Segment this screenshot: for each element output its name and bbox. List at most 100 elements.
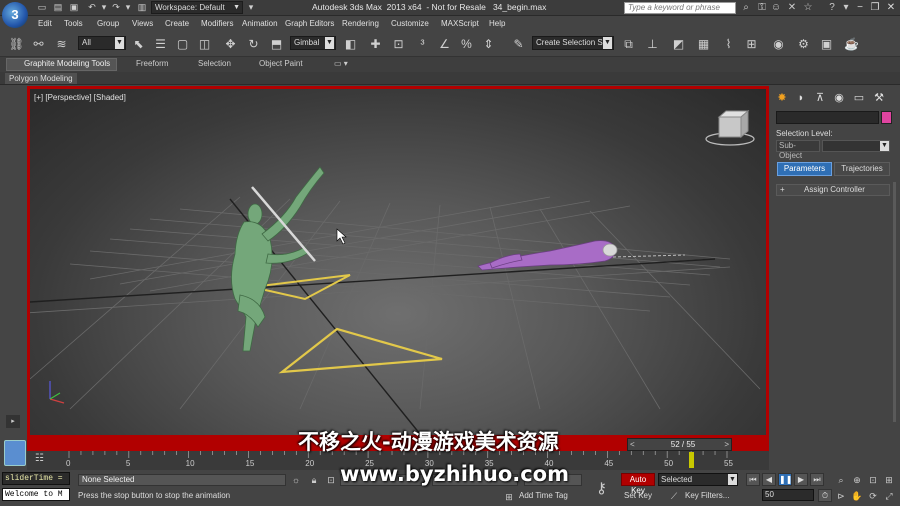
keyboard-shortcut-override-icon[interactable]: ⊡: [390, 36, 407, 53]
wrench-icon[interactable]: ✕: [786, 2, 798, 14]
mini-curve-editor-button[interactable]: [4, 440, 26, 466]
menu-group[interactable]: Group: [97, 19, 119, 28]
zoom-extents-all-icon[interactable]: ⊞: [883, 474, 895, 486]
sub-object-dropdown[interactable]: ▼: [822, 140, 890, 152]
redo-icon[interactable]: ↷: [110, 2, 122, 13]
new-file-icon[interactable]: ▭: [36, 2, 48, 13]
zoom-extents-icon[interactable]: ⊡: [867, 474, 879, 486]
time-tag-icon[interactable]: ⊞: [503, 491, 515, 503]
modify-tab-icon[interactable]: ◗: [793, 90, 809, 106]
named-selection-dropdown[interactable]: Create Selection Se ▼: [532, 36, 614, 50]
hierarchy-tab-icon[interactable]: ⊼: [812, 90, 828, 106]
window-crossing-icon[interactable]: ◫: [196, 36, 213, 53]
close-icon[interactable]: ✕: [883, 1, 899, 14]
next-frame-icon[interactable]: >: [724, 440, 729, 449]
expand-track-bar-icon[interactable]: ▸: [6, 415, 20, 428]
create-tab-icon[interactable]: ✸: [774, 90, 790, 106]
schematic-view-icon[interactable]: ⊞: [743, 36, 760, 53]
favorites-star-icon[interactable]: ☆: [802, 2, 814, 14]
menu-customize[interactable]: Customize: [391, 19, 429, 28]
redo-dropdown-icon[interactable]: ▾: [122, 2, 134, 13]
motion-tab-icon[interactable]: ◉: [831, 90, 847, 106]
application-menu-button[interactable]: 3: [2, 2, 28, 28]
prev-frame-icon[interactable]: <: [630, 440, 635, 449]
parameters-button[interactable]: Parameters: [777, 162, 832, 176]
utilities-tab-icon[interactable]: ⚒: [871, 90, 887, 106]
minimize-icon[interactable]: −: [852, 1, 868, 14]
object-name-field[interactable]: [776, 111, 879, 124]
restore-icon[interactable]: ❐: [867, 1, 883, 14]
add-time-tag-button[interactable]: Add Time Tag: [519, 491, 568, 500]
open-file-icon[interactable]: ▤: [52, 2, 64, 13]
next-frame-icon[interactable]: ▶: [794, 473, 808, 486]
select-and-link-icon[interactable]: ⛓: [8, 36, 25, 53]
menu-edit[interactable]: Edit: [38, 19, 52, 28]
mirror-icon[interactable]: ⧉: [620, 36, 637, 53]
selection-lock-icon[interactable]: 🔒︎: [308, 474, 320, 486]
tab-selection[interactable]: Selection: [198, 59, 231, 68]
graphite-ribbon-toggle-icon[interactable]: ▦: [695, 36, 712, 53]
angle-snap-icon[interactable]: ∠: [436, 36, 453, 53]
absolute-mode-icon[interactable]: ⊡: [325, 474, 337, 486]
assign-controller-rollout[interactable]: + Assign Controller: [776, 184, 890, 196]
polygon-modeling-panel[interactable]: Polygon Modeling: [5, 73, 77, 84]
go-to-start-icon[interactable]: ⏮: [746, 473, 760, 486]
stop-animation-icon[interactable]: ❚❚: [778, 473, 792, 486]
search-icon[interactable]: ⌕: [740, 2, 752, 14]
select-and-move-icon[interactable]: ✥: [222, 36, 239, 53]
help-icon[interactable]: ?: [826, 2, 838, 14]
maxscript-listener-output[interactable]: sliderTime =: [2, 472, 70, 485]
orbit-icon[interactable]: ⟳: [867, 490, 879, 502]
perspective-viewport[interactable]: [+] [Perspective] [Shaded]: [27, 86, 769, 438]
selection-filter-dropdown[interactable]: All ▼: [78, 36, 126, 50]
tab-freeform[interactable]: Freeform: [136, 59, 168, 68]
hold-icon[interactable]: ▥: [136, 2, 148, 13]
snaps-toggle-icon[interactable]: ³: [414, 36, 431, 53]
previous-frame-icon[interactable]: ◀: [762, 473, 776, 486]
ribbon-options-icon[interactable]: ▭ ▾: [334, 59, 348, 68]
menu-create[interactable]: Create: [165, 19, 189, 28]
bind-to-space-warp-icon[interactable]: ≋: [53, 36, 70, 53]
select-and-rotate-icon[interactable]: ↻: [245, 36, 262, 53]
viewcube[interactable]: [705, 109, 755, 146]
time-slider-handle[interactable]: < 52 / 55 >: [627, 438, 732, 451]
go-to-end-icon[interactable]: ⏭: [810, 473, 824, 486]
select-and-scale-icon[interactable]: ⬒: [268, 36, 285, 53]
menu-rendering[interactable]: Rendering: [342, 19, 379, 28]
tab-graphite-modeling-tools[interactable]: Graphite Modeling Tools: [24, 59, 110, 68]
workspace-dropdown[interactable]: Workspace: Default ▼: [151, 1, 243, 14]
auto-key-button[interactable]: Auto Key: [621, 473, 655, 495]
menu-graph-editors[interactable]: Graph Editors: [285, 19, 334, 28]
render-setup-icon[interactable]: ⚙: [795, 36, 812, 53]
menu-modifiers[interactable]: Modifiers: [201, 19, 233, 28]
sub-object-button[interactable]: Sub-Object: [776, 140, 820, 160]
menu-views[interactable]: Views: [132, 19, 153, 28]
zoom-all-icon[interactable]: ⊕: [851, 474, 863, 486]
menu-tools[interactable]: Tools: [64, 19, 83, 28]
menu-help[interactable]: Help: [489, 19, 505, 28]
subscription-center-icon[interactable]: ⚿: [756, 2, 768, 14]
key-mode-selection-dropdown[interactable]: Selected ▼: [658, 473, 738, 486]
zoom-icon[interactable]: ⌕: [835, 474, 847, 486]
pan-view-icon[interactable]: ✋: [851, 490, 863, 502]
key-filters-button[interactable]: Key Filters...: [685, 491, 729, 500]
edit-named-selection-icon[interactable]: ✎: [510, 36, 527, 53]
command-panel-scrollbar[interactable]: [893, 182, 896, 422]
customize-quick-access-icon[interactable]: ▾: [245, 2, 257, 13]
spinner-snap-icon[interactable]: ⇕: [480, 36, 497, 53]
use-pivot-point-icon[interactable]: ◧: [342, 36, 359, 53]
isolate-selection-icon[interactable]: ☼: [290, 474, 302, 486]
set-key-button[interactable]: Set Key: [621, 490, 655, 502]
save-file-icon[interactable]: ▣: [68, 2, 80, 13]
select-by-name-icon[interactable]: ☰: [152, 36, 169, 53]
reference-coordinate-dropdown[interactable]: Gimbal ▼: [290, 36, 336, 50]
set-keys-key-icon[interactable]: ⚷: [596, 479, 607, 497]
select-and-manipulate-icon[interactable]: ✚: [367, 36, 384, 53]
trajectories-button[interactable]: Trajectories: [834, 162, 890, 176]
maximize-viewport-icon[interactable]: ⤢: [883, 490, 895, 502]
search-input[interactable]: Type a keyword or phrase: [624, 2, 736, 14]
percent-snap-icon[interactable]: %: [458, 36, 475, 53]
display-tab-icon[interactable]: ▭: [851, 90, 867, 106]
align-icon[interactable]: ⊥: [644, 36, 661, 53]
select-object-icon[interactable]: ⬉: [130, 36, 147, 53]
